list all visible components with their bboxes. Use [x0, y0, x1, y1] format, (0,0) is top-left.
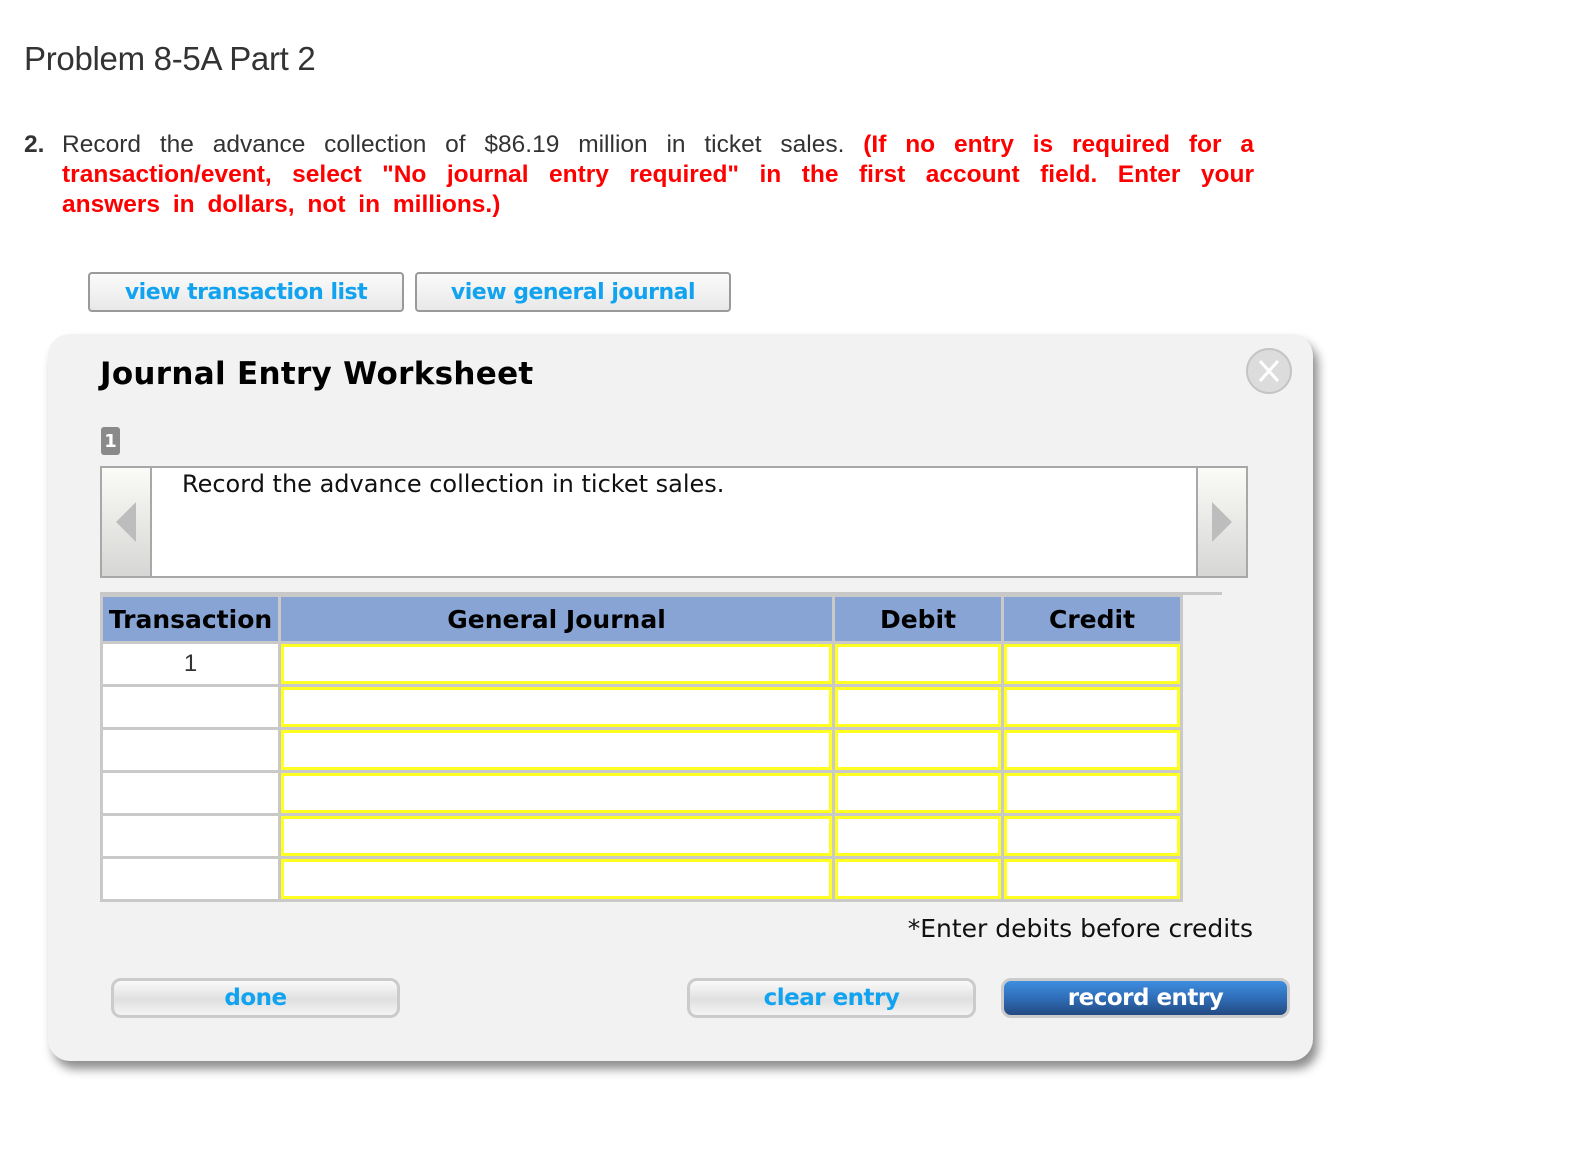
credit-input[interactable] [1004, 859, 1180, 899]
transaction-description-panel: Record the advance collection in ticket … [100, 466, 1248, 578]
table-row [100, 813, 1183, 859]
credit-input[interactable] [1004, 687, 1180, 727]
account-input[interactable] [281, 773, 832, 813]
debit-input[interactable] [835, 773, 1001, 813]
transaction-description: Record the advance collection in ticket … [182, 470, 725, 498]
transaction-number [100, 684, 281, 730]
account-input[interactable] [281, 730, 832, 770]
left-triangle-icon [116, 502, 136, 542]
account-input[interactable] [281, 644, 832, 684]
credit-input[interactable] [1004, 816, 1180, 856]
journal-entry-worksheet: Journal Entry Worksheet 1 Record the adv… [48, 334, 1313, 1061]
table-row [100, 856, 1183, 902]
worksheet-title: Journal Entry Worksheet [100, 356, 534, 392]
previous-transaction-button[interactable] [100, 466, 152, 578]
page-title: Problem 8-5A Part 2 [24, 40, 316, 77]
account-input[interactable] [281, 687, 832, 727]
question-number: 2. [24, 131, 45, 158]
debit-input[interactable] [835, 687, 1001, 727]
transaction-number [100, 813, 281, 859]
clear-entry-button[interactable]: clear entry [687, 978, 976, 1018]
account-input[interactable] [281, 859, 832, 899]
transaction-number [100, 727, 281, 773]
table-row [100, 727, 1183, 773]
view-general-journal-button[interactable]: view general journal [415, 272, 731, 312]
done-button[interactable]: done [111, 978, 400, 1018]
description-box: Record the advance collection in ticket … [152, 466, 1196, 578]
step-badge[interactable]: 1 [101, 427, 120, 455]
transaction-number: 1 [100, 641, 281, 687]
header-credit: Credit [1001, 594, 1183, 644]
table-row [100, 684, 1183, 730]
debit-input[interactable] [835, 859, 1001, 899]
close-x-icon [1258, 359, 1280, 383]
record-entry-button[interactable]: record entry [1001, 978, 1290, 1018]
question-body: Record the advance collection of $86.19 … [62, 131, 845, 158]
debit-input[interactable] [835, 730, 1001, 770]
transaction-number [100, 770, 281, 816]
credit-input[interactable] [1004, 773, 1180, 813]
account-input[interactable] [281, 816, 832, 856]
header-debit: Debit [832, 594, 1004, 644]
view-transaction-list-button[interactable]: view transaction list [88, 272, 404, 312]
question-text: 2. Record the advance collection of $86.… [24, 130, 1254, 220]
debits-before-credits-hint: *Enter debits before credits [907, 914, 1253, 943]
table-row [100, 770, 1183, 816]
debit-input[interactable] [835, 816, 1001, 856]
credit-input[interactable] [1004, 730, 1180, 770]
credit-input[interactable] [1004, 644, 1180, 684]
header-general-journal: General Journal [278, 594, 835, 644]
close-button[interactable] [1246, 348, 1292, 394]
transaction-number [100, 856, 281, 902]
table-row: 1 [100, 641, 1183, 687]
debit-input[interactable] [835, 644, 1001, 684]
next-transaction-button[interactable] [1196, 466, 1248, 578]
header-transaction: Transaction [100, 594, 281, 644]
table-header-row: Transaction General Journal Debit Credit [100, 594, 1183, 644]
right-triangle-icon [1212, 502, 1232, 542]
journal-table: Transaction General Journal Debit Credit… [100, 594, 1183, 902]
